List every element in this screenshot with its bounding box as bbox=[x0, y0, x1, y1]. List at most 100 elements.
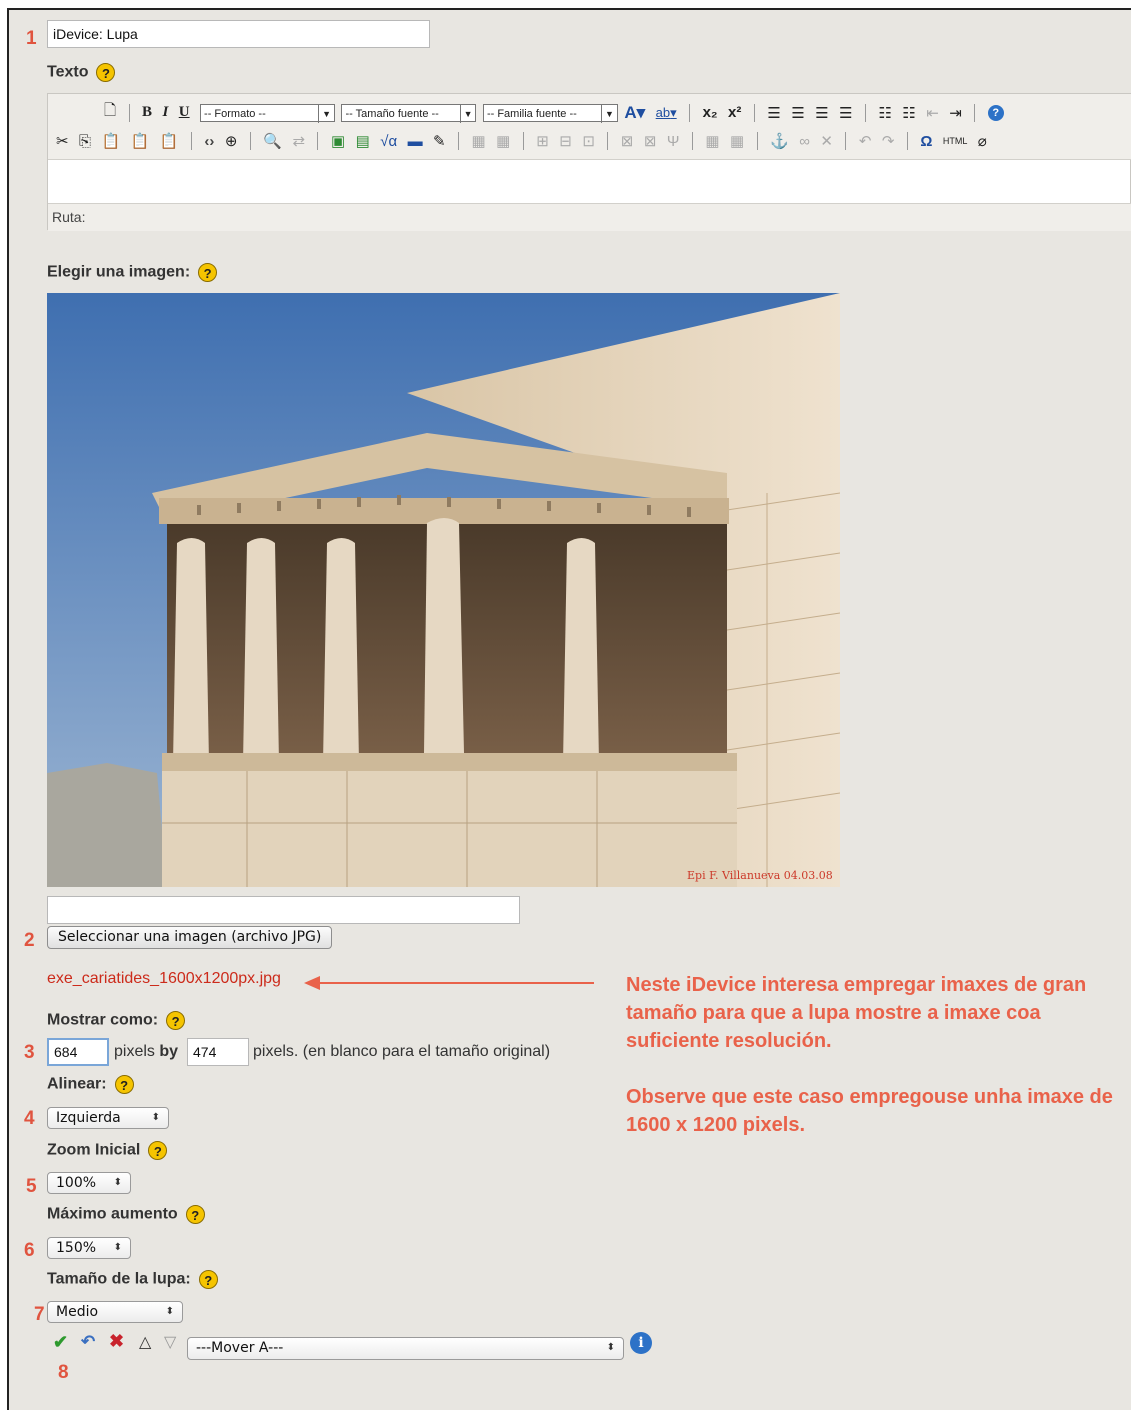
math-icon[interactable]: √α bbox=[380, 133, 397, 150]
superscript-icon[interactable]: x² bbox=[728, 104, 741, 121]
help-icon[interactable]: ? bbox=[114, 1075, 134, 1094]
table-merge-icon[interactable]: ⊡ bbox=[582, 132, 595, 150]
undo-icon[interactable]: ↶ bbox=[859, 132, 872, 150]
font-color-icon[interactable]: A▾ bbox=[624, 103, 645, 123]
alinear-value: Izquierda bbox=[56, 1110, 121, 1126]
eraser-icon[interactable]: ⌀ bbox=[978, 132, 987, 150]
anchor-icon[interactable]: ⚓ bbox=[770, 132, 789, 150]
help-icon[interactable]: ? bbox=[198, 1270, 218, 1289]
photo-credit: Epi F. Villanueva 04.03.08 bbox=[687, 869, 833, 882]
bold-icon[interactable]: B bbox=[142, 104, 152, 121]
cell-merge-icon[interactable]: ⊠ bbox=[644, 132, 657, 150]
pixels-by-label: pixels by bbox=[114, 1043, 178, 1061]
zoom-inicial-select[interactable]: 100% ⬍ bbox=[47, 1172, 131, 1194]
familia-fuente-dropdown[interactable]: -- Familia fuente -- ▼ bbox=[482, 103, 618, 123]
image-path-input[interactable] bbox=[47, 896, 520, 924]
align-justify-icon[interactable]: ☰ bbox=[839, 104, 852, 122]
new-document-icon[interactable]: 🗋 bbox=[104, 100, 116, 125]
editor-help-icon[interactable]: ? bbox=[987, 104, 1004, 121]
mover-a-select[interactable]: ---Mover A--- ⬍ bbox=[187, 1337, 624, 1360]
table-delete-icon[interactable]: ⊟ bbox=[559, 132, 572, 150]
help-icon[interactable]: ? bbox=[198, 263, 218, 282]
underline-icon[interactable]: U bbox=[179, 104, 190, 121]
special-char-icon[interactable]: Ω bbox=[920, 133, 932, 150]
maximo-value: 150% bbox=[56, 1240, 97, 1256]
align-center-icon[interactable]: ☰ bbox=[791, 104, 804, 122]
ruta-label: Ruta: bbox=[52, 209, 86, 225]
help-icon[interactable]: ? bbox=[166, 1011, 186, 1030]
help-icon[interactable]: ? bbox=[185, 1205, 205, 1224]
find-icon[interactable]: 🔍 bbox=[263, 132, 282, 150]
size-hint: pixels. (en blanco para el tamaño origin… bbox=[253, 1043, 551, 1060]
table-row-icon[interactable]: ▦ bbox=[472, 132, 486, 150]
copy-icon[interactable]: ⎘ bbox=[79, 133, 91, 150]
outdent-icon[interactable]: ⇤ bbox=[926, 104, 939, 122]
cell-split-icon[interactable]: ⊠ bbox=[621, 132, 634, 150]
maximo-aumento-label: Máximo aumento? bbox=[47, 1205, 205, 1224]
indent-icon[interactable]: ⇥ bbox=[949, 104, 962, 122]
step-number: 2 bbox=[24, 930, 35, 951]
media-icon[interactable]: ▤ bbox=[356, 132, 370, 150]
bullet-list-icon[interactable]: ☷ bbox=[878, 104, 891, 122]
info-icon[interactable]: i bbox=[630, 1332, 652, 1354]
maximo-aumento-select[interactable]: 150% ⬍ bbox=[47, 1237, 131, 1259]
caryatids-photo: Epi F. Villanueva 04.03.08 bbox=[47, 293, 840, 887]
help-icon[interactable]: ? bbox=[148, 1141, 168, 1160]
zoom-text: Zoom Inicial bbox=[47, 1141, 141, 1159]
height-input[interactable] bbox=[187, 1038, 249, 1066]
link-icon[interactable]: ∞ bbox=[799, 133, 810, 150]
width-input[interactable] bbox=[47, 1038, 109, 1066]
rich-text-editor[interactable]: 🗋 B I U -- Formato -- ▼ -- Tamaño fuente … bbox=[47, 93, 1131, 231]
move-up-icon[interactable]: △ bbox=[139, 1332, 151, 1352]
toolbar-row-1: 🗋 B I U -- Formato -- ▼ -- Tamaño fuente … bbox=[104, 100, 1010, 125]
table-insert-icon[interactable]: ⊞ bbox=[536, 132, 549, 150]
redo-icon[interactable]: ↷ bbox=[882, 132, 895, 150]
editor-statusbar: Ruta: bbox=[48, 203, 1131, 231]
cut-icon[interactable]: ✂ bbox=[56, 132, 69, 150]
move-down-icon[interactable]: ▽ bbox=[164, 1332, 176, 1352]
step-number: 3 bbox=[24, 1042, 35, 1063]
image-icon[interactable]: ▣ bbox=[331, 132, 345, 150]
formato-dropdown[interactable]: -- Formato -- ▼ bbox=[200, 103, 336, 123]
source-code-icon[interactable]: ‹› bbox=[204, 133, 214, 150]
table-props-icon[interactable]: ▦ bbox=[730, 132, 744, 150]
selected-image-preview: Epi F. Villanueva 04.03.08 bbox=[47, 293, 840, 887]
help-icon[interactable]: ? bbox=[96, 63, 116, 82]
paste-icon[interactable]: 📋 bbox=[102, 132, 121, 150]
undo-edit-icon[interactable]: ↶ bbox=[81, 1332, 95, 1352]
tamano-lupa-select[interactable]: Medio ⬍ bbox=[47, 1301, 183, 1323]
table-icon[interactable]: ▦ bbox=[705, 132, 719, 150]
paste-word-icon[interactable]: 📋 bbox=[160, 132, 179, 150]
horizontal-rule-icon[interactable]: ▬ bbox=[408, 133, 423, 150]
alinear-select[interactable]: Izquierda ⬍ bbox=[47, 1107, 169, 1129]
mover-value: ---Mover A--- bbox=[196, 1340, 284, 1356]
table-col-icon[interactable]: ▦ bbox=[496, 132, 510, 150]
font-color-glyph: A bbox=[624, 102, 637, 122]
tamano-fuente-dropdown[interactable]: -- Tamaño fuente -- ▼ bbox=[341, 103, 477, 123]
align-left-icon[interactable]: ☰ bbox=[767, 104, 780, 122]
formato-value: -- Formato -- bbox=[204, 107, 266, 120]
numbered-list-icon[interactable]: ☷ bbox=[902, 104, 915, 122]
annotation-arrow bbox=[304, 976, 594, 990]
idevice-editor-panel: 1 2 3 4 5 6 7 8 Texto? 🗋 B I U -- Format… bbox=[7, 8, 1131, 1410]
delete-icon[interactable]: ✖ bbox=[109, 1331, 124, 1352]
idevice-title-input[interactable] bbox=[47, 20, 430, 48]
select-image-button[interactable]: Seleccionar una imagen (archivo JPG) bbox=[47, 926, 333, 949]
paste-text-icon[interactable]: 📋 bbox=[131, 132, 150, 150]
step-number: 7 bbox=[34, 1304, 45, 1325]
zoom-value: 100% bbox=[56, 1175, 97, 1191]
cell-props-icon[interactable]: Ψ bbox=[667, 133, 680, 150]
html-icon[interactable]: HTML bbox=[943, 136, 968, 146]
replace-icon[interactable]: ⇄ bbox=[292, 132, 305, 150]
subscript-icon[interactable]: x₂ bbox=[703, 104, 718, 121]
fullscreen-icon[interactable]: ⊕ bbox=[225, 132, 238, 150]
unlink-icon[interactable]: ✕ bbox=[820, 132, 833, 150]
familia-value: -- Familia fuente -- bbox=[486, 107, 577, 120]
done-check-icon[interactable]: ✔ bbox=[53, 1332, 68, 1353]
highlight-color-icon[interactable]: ab▾ bbox=[656, 105, 677, 121]
align-right-icon[interactable]: ☰ bbox=[815, 104, 828, 122]
step-number: 4 bbox=[24, 1108, 35, 1129]
edit-icon[interactable]: ✎ bbox=[433, 132, 446, 150]
step-number: 8 bbox=[58, 1362, 69, 1383]
italic-icon[interactable]: I bbox=[162, 104, 168, 121]
